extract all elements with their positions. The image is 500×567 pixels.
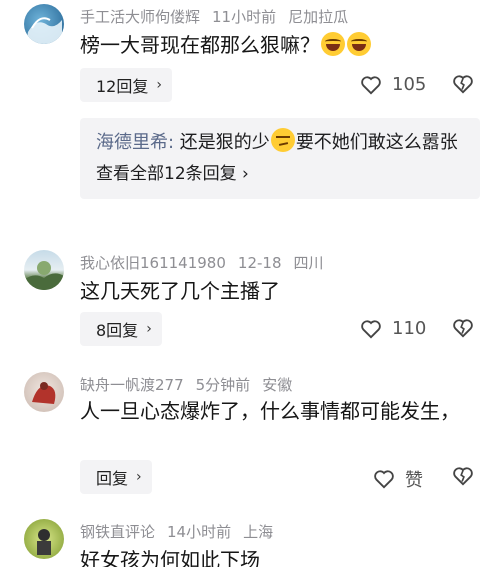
broken-heart-icon <box>453 75 473 94</box>
like-button[interactable]: 105 <box>360 74 426 95</box>
comment-meta: 钢铁直评论 14小时前 上海 <box>80 521 285 542</box>
location: 尼加拉瓜 <box>288 8 349 26</box>
dislike-button[interactable] <box>452 318 474 342</box>
character-avatar-icon <box>37 529 51 555</box>
like-button[interactable]: 赞 <box>373 466 423 492</box>
timestamp: 5分钟前 <box>195 376 251 394</box>
broken-heart-icon <box>453 467 473 486</box>
sub-reply-author[interactable]: 海德里希: <box>96 132 174 153</box>
view-all-replies-link[interactable]: 查看全部12条回复 › <box>96 159 464 189</box>
comment-text: 榜一大哥现在都那么狠嘛？ <box>80 30 470 60</box>
reply-count-button[interactable]: 12回复 › <box>80 68 172 102</box>
username[interactable]: 手工活大师佝偻辉 <box>80 8 200 26</box>
reply-count-button[interactable]: 8回复 › <box>80 312 162 346</box>
username[interactable]: 我心依旧161141980 <box>80 254 226 272</box>
chevron-right-icon: › <box>242 164 249 184</box>
username[interactable]: 缺舟一帆渡277 <box>80 376 184 394</box>
location: 上海 <box>243 523 274 541</box>
avatar[interactable] <box>24 372 64 412</box>
comment-meta: 缺舟一帆渡277 5分钟前 安徽 <box>80 374 304 395</box>
like-button[interactable]: 110 <box>360 318 426 339</box>
dislike-button[interactable] <box>452 74 474 98</box>
location: 安徽 <box>262 376 293 394</box>
comment-meta: 手工活大师佝偻辉 11小时前 尼加拉瓜 <box>80 6 360 27</box>
timestamp: 14小时前 <box>167 523 232 541</box>
like-count: 110 <box>392 318 427 339</box>
timestamp: 12-18 <box>237 254 282 272</box>
broken-heart-icon <box>453 319 473 338</box>
figure-avatar-icon <box>32 382 56 404</box>
chevron-right-icon: › <box>136 469 142 485</box>
heart-icon <box>361 319 381 338</box>
smirk-emoji-icon <box>270 128 295 152</box>
username[interactable]: 钢铁直评论 <box>80 523 155 541</box>
laughing-tears-emoji-icon <box>321 32 345 56</box>
comment-text: 这几天死了几个主播了 <box>80 279 280 303</box>
dislike-button[interactable] <box>452 466 474 490</box>
heart-icon <box>374 470 394 489</box>
like-count: 105 <box>392 74 427 95</box>
comment-meta: 我心依旧161141980 12-18 四川 <box>80 252 336 273</box>
heart-icon <box>361 75 381 94</box>
sub-reply-text: 海德里希: 还是狠的少 要不她们敢这么嚣张 <box>96 128 464 157</box>
chevron-right-icon: › <box>146 321 152 337</box>
avatar[interactable] <box>24 4 64 44</box>
wave-avatar-icon <box>26 17 62 44</box>
avatar[interactable] <box>24 250 64 290</box>
like-label: 赞 <box>405 470 423 491</box>
chevron-right-icon: › <box>156 77 162 93</box>
laughing-tears-emoji-icon <box>347 32 371 56</box>
landscape-avatar-icon <box>24 261 64 290</box>
sub-reply-box[interactable]: 海德里希: 还是狠的少 要不她们敢这么嚣张 查看全部12条回复 › <box>80 118 480 199</box>
location: 四川 <box>293 254 324 272</box>
reply-button[interactable]: 回复 › <box>80 460 152 494</box>
avatar[interactable] <box>24 519 64 559</box>
comment-text: 好女孩为何如此下场 <box>80 548 260 567</box>
comment-text: 人一旦心态爆炸了，什么事情都可能发生， <box>80 399 460 423</box>
timestamp: 11小时前 <box>212 8 277 26</box>
